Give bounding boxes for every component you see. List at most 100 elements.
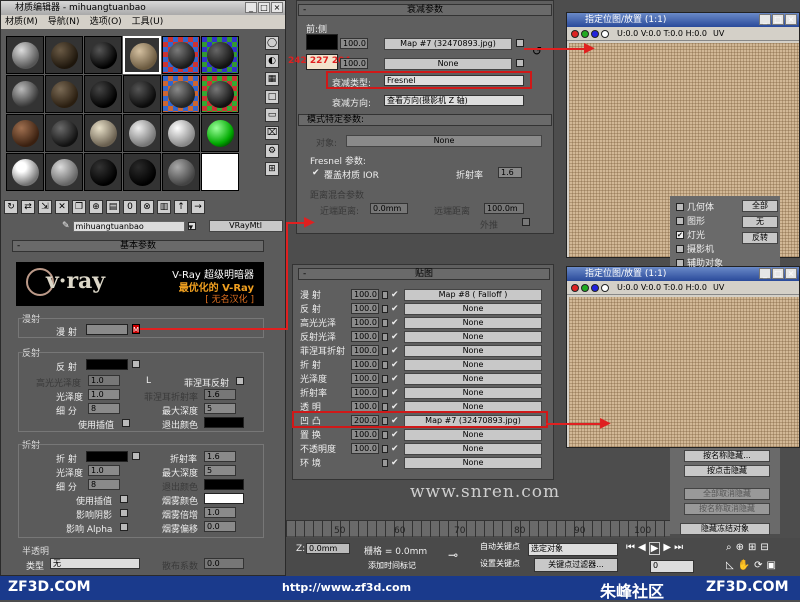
pan-icon[interactable]: ✋ [738, 560, 750, 571]
background-button[interactable]: ▦ [265, 72, 279, 86]
none-button[interactable]: 无 [742, 216, 778, 228]
put-to-scene-icon[interactable]: ⇄ [21, 200, 35, 214]
map-row-spinner[interactable] [382, 318, 388, 327]
map-row-amount[interactable]: 100.0 [351, 359, 379, 370]
fov-icon[interactable]: ◺ [726, 560, 734, 571]
sample-slot[interactable] [6, 36, 44, 74]
get-material-icon[interactable]: ↻ [4, 200, 18, 214]
sample-slot[interactable] [6, 114, 44, 152]
map-row-amount[interactable]: 100.0 [351, 373, 379, 384]
map-row-amount[interactable]: 100.0 [351, 387, 379, 398]
sample-slot[interactable] [123, 75, 161, 113]
zoom-extents-icon[interactable]: ⊞ [748, 542, 756, 553]
refract-gloss-field[interactable]: 1.0 [88, 465, 120, 476]
category-item[interactable]: 摄影机 [676, 242, 714, 255]
affect-alpha-checkbox[interactable] [120, 523, 128, 531]
sample-slot[interactable] [201, 153, 239, 191]
map-row-spinner[interactable] [382, 346, 388, 355]
maximize-button[interactable]: □ [258, 2, 270, 13]
map-row-spinner[interactable] [382, 458, 388, 467]
assign-icon[interactable]: ⇲ [38, 200, 52, 214]
go-start-icon[interactable]: ⏮ [626, 542, 635, 555]
map-row-button[interactable]: None [404, 358, 542, 371]
alpha-channel-icon[interactable] [601, 29, 609, 38]
map-row-spinner[interactable] [382, 402, 388, 411]
gloss-field[interactable]: 1.0 [88, 389, 120, 400]
category-checkbox[interactable] [676, 258, 684, 267]
invert-button[interactable]: 反转 [742, 232, 778, 244]
map-row-spinner[interactable] [382, 360, 388, 369]
hide-by-name-button[interactable]: 按名称隐藏... [684, 450, 770, 462]
hide-frozen-button[interactable]: 隐藏冻结对象 [680, 523, 770, 535]
side-map-checkbox[interactable] [516, 59, 524, 67]
map-row-button[interactable]: None [404, 456, 542, 469]
map-row-checkbox[interactable]: ✔ [391, 346, 401, 356]
alpha-channel-icon[interactable] [601, 283, 609, 292]
orbit-icon[interactable]: ⟳ [754, 560, 762, 571]
map-row-amount[interactable]: 100.0 [351, 289, 379, 300]
options-button[interactable]: ⚙ [265, 144, 279, 158]
sample-slot[interactable] [6, 75, 44, 113]
map-row-button[interactable]: None [404, 386, 542, 399]
minimize-button[interactable]: _ [759, 14, 771, 25]
map-row-button[interactable]: None [404, 442, 542, 455]
mode-params-rollout[interactable]: 模式特定参数: [298, 114, 552, 126]
sample-slot[interactable] [45, 36, 83, 74]
unhide-by-name-button[interactable]: 按名称取消隐藏 [684, 503, 770, 515]
refract-max-depth-field[interactable]: 5 [204, 465, 236, 476]
menu-material[interactable]: 材质(M) [5, 15, 38, 29]
affect-shadow-checkbox[interactable] [120, 509, 128, 517]
side-amount-field[interactable]: 100.0 [340, 58, 368, 69]
sample-slot[interactable] [201, 36, 239, 74]
map-row-amount[interactable]: 100.0 [351, 429, 379, 440]
minimize-button[interactable]: _ [245, 2, 257, 13]
refract-color-swatch[interactable] [86, 451, 128, 462]
bitmap-window-top-title[interactable]: 指定位图/放置 (1:1) _ □ × [567, 13, 799, 27]
select-by-material-button[interactable]: ⊞ [265, 162, 279, 176]
footer-url[interactable]: http://www.zf3d.com [282, 581, 411, 594]
sample-slot[interactable] [162, 153, 200, 191]
play-icon[interactable]: ▶ [648, 542, 661, 555]
map-row-button[interactable]: Map #8 ( Falloff ) [404, 288, 542, 301]
front-color-swatch[interactable] [306, 34, 338, 50]
sample-slot[interactable] [201, 75, 239, 113]
map-row-checkbox[interactable]: ✔ [391, 402, 401, 412]
max-depth-field[interactable]: 5 [204, 403, 236, 414]
prev-frame-icon[interactable]: ◀ [638, 542, 646, 555]
sample-slot[interactable] [6, 153, 44, 191]
refract-map-button[interactable] [132, 452, 140, 460]
map-row-button[interactable]: None [404, 372, 542, 385]
close-button[interactable]: × [271, 2, 283, 13]
go-end-icon[interactable]: ⏭ [674, 542, 683, 555]
category-item[interactable]: ✔ 灯光 [676, 228, 705, 241]
swap-icon[interactable]: ↺ [532, 44, 542, 58]
video-check-button[interactable]: ▭ [265, 108, 279, 122]
frame-field[interactable]: 0 [650, 560, 694, 573]
sample-slot-selected[interactable] [123, 36, 161, 74]
sample-slot[interactable] [84, 36, 122, 74]
map-row-spinner[interactable] [382, 388, 388, 397]
override-ior-checkbox[interactable]: ✔ [312, 168, 320, 178]
maximize-button[interactable]: □ [772, 14, 784, 25]
map-row-button[interactable]: None [404, 316, 542, 329]
falloff-rollout[interactable]: - 衰减参数 [298, 4, 552, 16]
front-amount-field[interactable]: 100.0 [340, 38, 368, 49]
sample-slot[interactable] [162, 75, 200, 113]
side-map-button[interactable]: None [384, 58, 512, 70]
material-editor-titlebar[interactable]: 材质编辑器 - mihuangtuanbao _ □ × [1, 1, 285, 15]
type-dropdown[interactable]: 无 [50, 558, 140, 569]
make-preview-button[interactable]: ⌧ [265, 126, 279, 140]
red-channel-icon[interactable] [571, 283, 579, 292]
sample-slot[interactable] [45, 75, 83, 113]
map-row-checkbox[interactable]: ✔ [391, 388, 401, 398]
map-row-checkbox[interactable]: ✔ [391, 318, 401, 328]
map-row-spinner[interactable] [382, 332, 388, 341]
map-row-checkbox[interactable]: ✔ [391, 360, 401, 370]
red-channel-icon[interactable] [571, 29, 579, 38]
map-row-amount[interactable]: 100.0 [351, 345, 379, 356]
key-filters-button[interactable]: 关键点过滤器... [534, 558, 618, 572]
map-row-spinner[interactable] [382, 290, 388, 299]
falloff-dir-dropdown[interactable]: 查看方向(摄影机 Z 轴) [384, 95, 524, 106]
sample-slot[interactable] [201, 114, 239, 152]
backlight-button[interactable]: ◐ [265, 54, 279, 68]
